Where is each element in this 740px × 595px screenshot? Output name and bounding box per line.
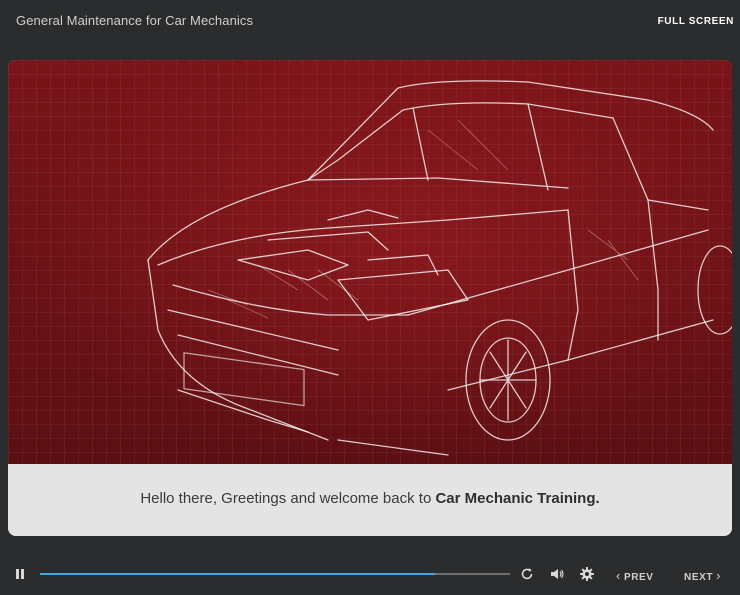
next-button[interactable]: NEXT › — [684, 568, 721, 583]
slide-panel: Hello there, Greetings and welcome back … — [8, 60, 732, 536]
volume-icon — [551, 569, 564, 579]
next-label: NEXT — [684, 572, 714, 583]
caption-text: Hello there, Greetings and welcome back … — [140, 490, 436, 507]
car-wireframe-illustration — [147, 80, 732, 456]
chevron-left-icon: ‹ — [616, 568, 621, 583]
car-blueprint-image — [8, 60, 732, 464]
progress-bar[interactable] — [40, 573, 510, 575]
caption-emphasis: Car Mechanic Training. — [435, 490, 600, 507]
fullscreen-button[interactable]: FULL SCREEN — [658, 16, 734, 27]
pause-button[interactable] — [14, 568, 26, 580]
chevron-right-icon: › — [716, 568, 722, 583]
pause-icon — [16, 569, 19, 579]
settings-button[interactable] — [579, 566, 595, 582]
course-title: General Maintenance for Car Mechanics — [16, 13, 254, 28]
top-bar: General Maintenance for Car Mechanics FU… — [0, 0, 740, 44]
settings-icon — [580, 567, 594, 581]
replay-icon — [521, 568, 533, 580]
progress-fill — [40, 573, 435, 575]
volume-button[interactable] — [549, 566, 565, 582]
slide-caption: Hello there, Greetings and welcome back … — [8, 490, 732, 507]
prev-button[interactable]: ‹ PREV — [616, 568, 654, 583]
replay-button[interactable] — [519, 566, 535, 582]
prev-label: PREV — [623, 572, 654, 583]
player-controls: ‹ PREV NEXT › — [0, 556, 740, 595]
pause-icon-bar — [21, 569, 24, 579]
caption-area: Hello there, Greetings and welcome back … — [8, 464, 732, 536]
